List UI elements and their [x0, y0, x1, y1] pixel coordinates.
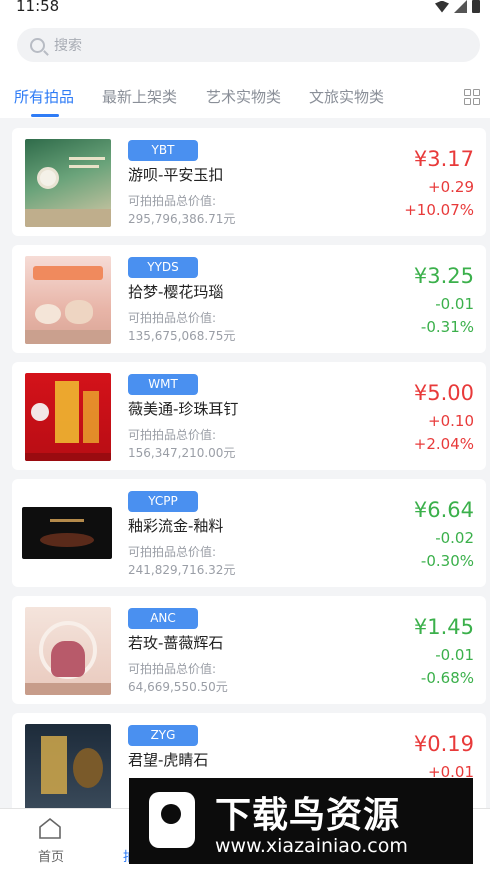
value-label: 可拍拍品总价值:	[128, 545, 217, 559]
price-change: +0.29	[428, 178, 474, 196]
active-tab-indicator	[31, 114, 59, 117]
search-icon	[30, 37, 45, 53]
price-change: +0.10	[428, 412, 474, 430]
product-card[interactable]: YYDS 拾梦-樱花玛瑙 可拍拍品总价值: 135,675,068.75元 ¥3…	[12, 245, 486, 353]
product-thumbnail	[25, 724, 111, 812]
code-badge: WMT	[128, 374, 198, 395]
product-card[interactable]: WMT 薇美通-珍珠耳钉 可拍拍品总价值: 156,347,210.00元 ¥5…	[12, 362, 486, 470]
value-label: 可拍拍品总价值:	[128, 194, 217, 208]
code-badge: ANC	[128, 608, 198, 629]
price-change: -0.01	[435, 646, 474, 664]
total-value: 135,675,068.75元	[128, 329, 236, 343]
status-time: 11:58	[16, 0, 60, 15]
product-card[interactable]: ANC 若玫-蔷薇辉石 可拍拍品总价值: 64,669,550.50元 ¥1.4…	[12, 596, 486, 704]
price: ¥5.00	[413, 381, 474, 405]
battery-icon	[472, 0, 480, 13]
search-placeholder: 搜索	[54, 38, 82, 54]
total-value: 295,796,386.71元	[128, 212, 236, 226]
watermark-title: 下载鸟资源	[215, 795, 401, 836]
home-icon[interactable]	[38, 817, 62, 839]
value-label: 可拍拍品总价值:	[128, 662, 217, 676]
product-card[interactable]: YCPP 釉彩流金-釉料 可拍拍品总价值: 241,829,716.32元 ¥6…	[12, 479, 486, 587]
watermark-url: www.xiazainiao.com	[215, 835, 408, 857]
price: ¥3.25	[413, 264, 474, 288]
header: 搜索 所有拍品 最新上架类 艺术实物类 文旅实物类	[0, 18, 490, 118]
total-value: 64,669,550.50元	[128, 680, 228, 694]
product-thumbnail	[25, 256, 111, 344]
wifi-icon	[435, 0, 449, 13]
price: ¥1.45	[413, 615, 474, 639]
percent-change: -0.31%	[420, 318, 474, 336]
percent-change: -0.68%	[420, 669, 474, 687]
search-bar[interactable]: 搜索	[17, 28, 480, 62]
price: ¥6.64	[413, 498, 474, 522]
product-thumbnail	[22, 507, 112, 559]
product-name: 若玫-蔷薇辉石	[128, 634, 224, 652]
percent-change: +2.04%	[413, 435, 474, 453]
code-badge: YBT	[128, 140, 198, 161]
product-thumbnail	[25, 373, 111, 461]
value-label: 可拍拍品总价值:	[128, 428, 217, 442]
code-badge: ZYG	[128, 725, 198, 746]
tab-all-items[interactable]: 所有拍品	[14, 86, 74, 107]
signal-icon	[454, 0, 467, 13]
category-tabs: 所有拍品 最新上架类 艺术实物类 文旅实物类	[0, 84, 490, 118]
status-icons	[435, 0, 480, 13]
percent-change: -0.30%	[420, 552, 474, 570]
product-name: 釉彩流金-釉料	[128, 517, 224, 535]
price-change: -0.01	[435, 295, 474, 313]
code-badge: YYDS	[128, 257, 198, 278]
product-name: 拾梦-樱花玛瑙	[128, 283, 224, 301]
total-value: 156,347,210.00元	[128, 446, 236, 460]
total-value: 241,829,716.32元	[128, 563, 236, 577]
product-name: 薇美通-珍珠耳钉	[128, 400, 239, 418]
watermark-logo-icon	[149, 792, 195, 848]
product-card[interactable]: YBT 游呗-平安玉扣 可拍拍品总价值: 295,796,386.71元 ¥3.…	[12, 128, 486, 236]
code-badge: YCPP	[128, 491, 198, 512]
percent-change: +10.07%	[404, 201, 474, 219]
product-name: 君望-虎睛石	[128, 751, 209, 769]
status-bar: 11:58	[0, 0, 490, 18]
product-name: 游呗-平安玉扣	[128, 166, 224, 184]
grid-view-icon[interactable]	[464, 89, 480, 105]
price: ¥3.17	[413, 147, 474, 171]
product-thumbnail	[25, 607, 111, 695]
value-label: 可拍拍品总价值:	[128, 311, 217, 325]
price: ¥0.19	[413, 732, 474, 756]
nav-home-label[interactable]: 首页	[38, 846, 64, 865]
watermark: 下载鸟资源 www.xiazainiao.com	[129, 778, 473, 864]
tab-new-listings[interactable]: 最新上架类	[102, 86, 177, 107]
price-change: -0.02	[435, 529, 474, 547]
tab-culture-travel[interactable]: 文旅实物类	[309, 86, 384, 107]
product-thumbnail	[25, 139, 111, 227]
tab-art-physical[interactable]: 艺术实物类	[206, 86, 281, 107]
